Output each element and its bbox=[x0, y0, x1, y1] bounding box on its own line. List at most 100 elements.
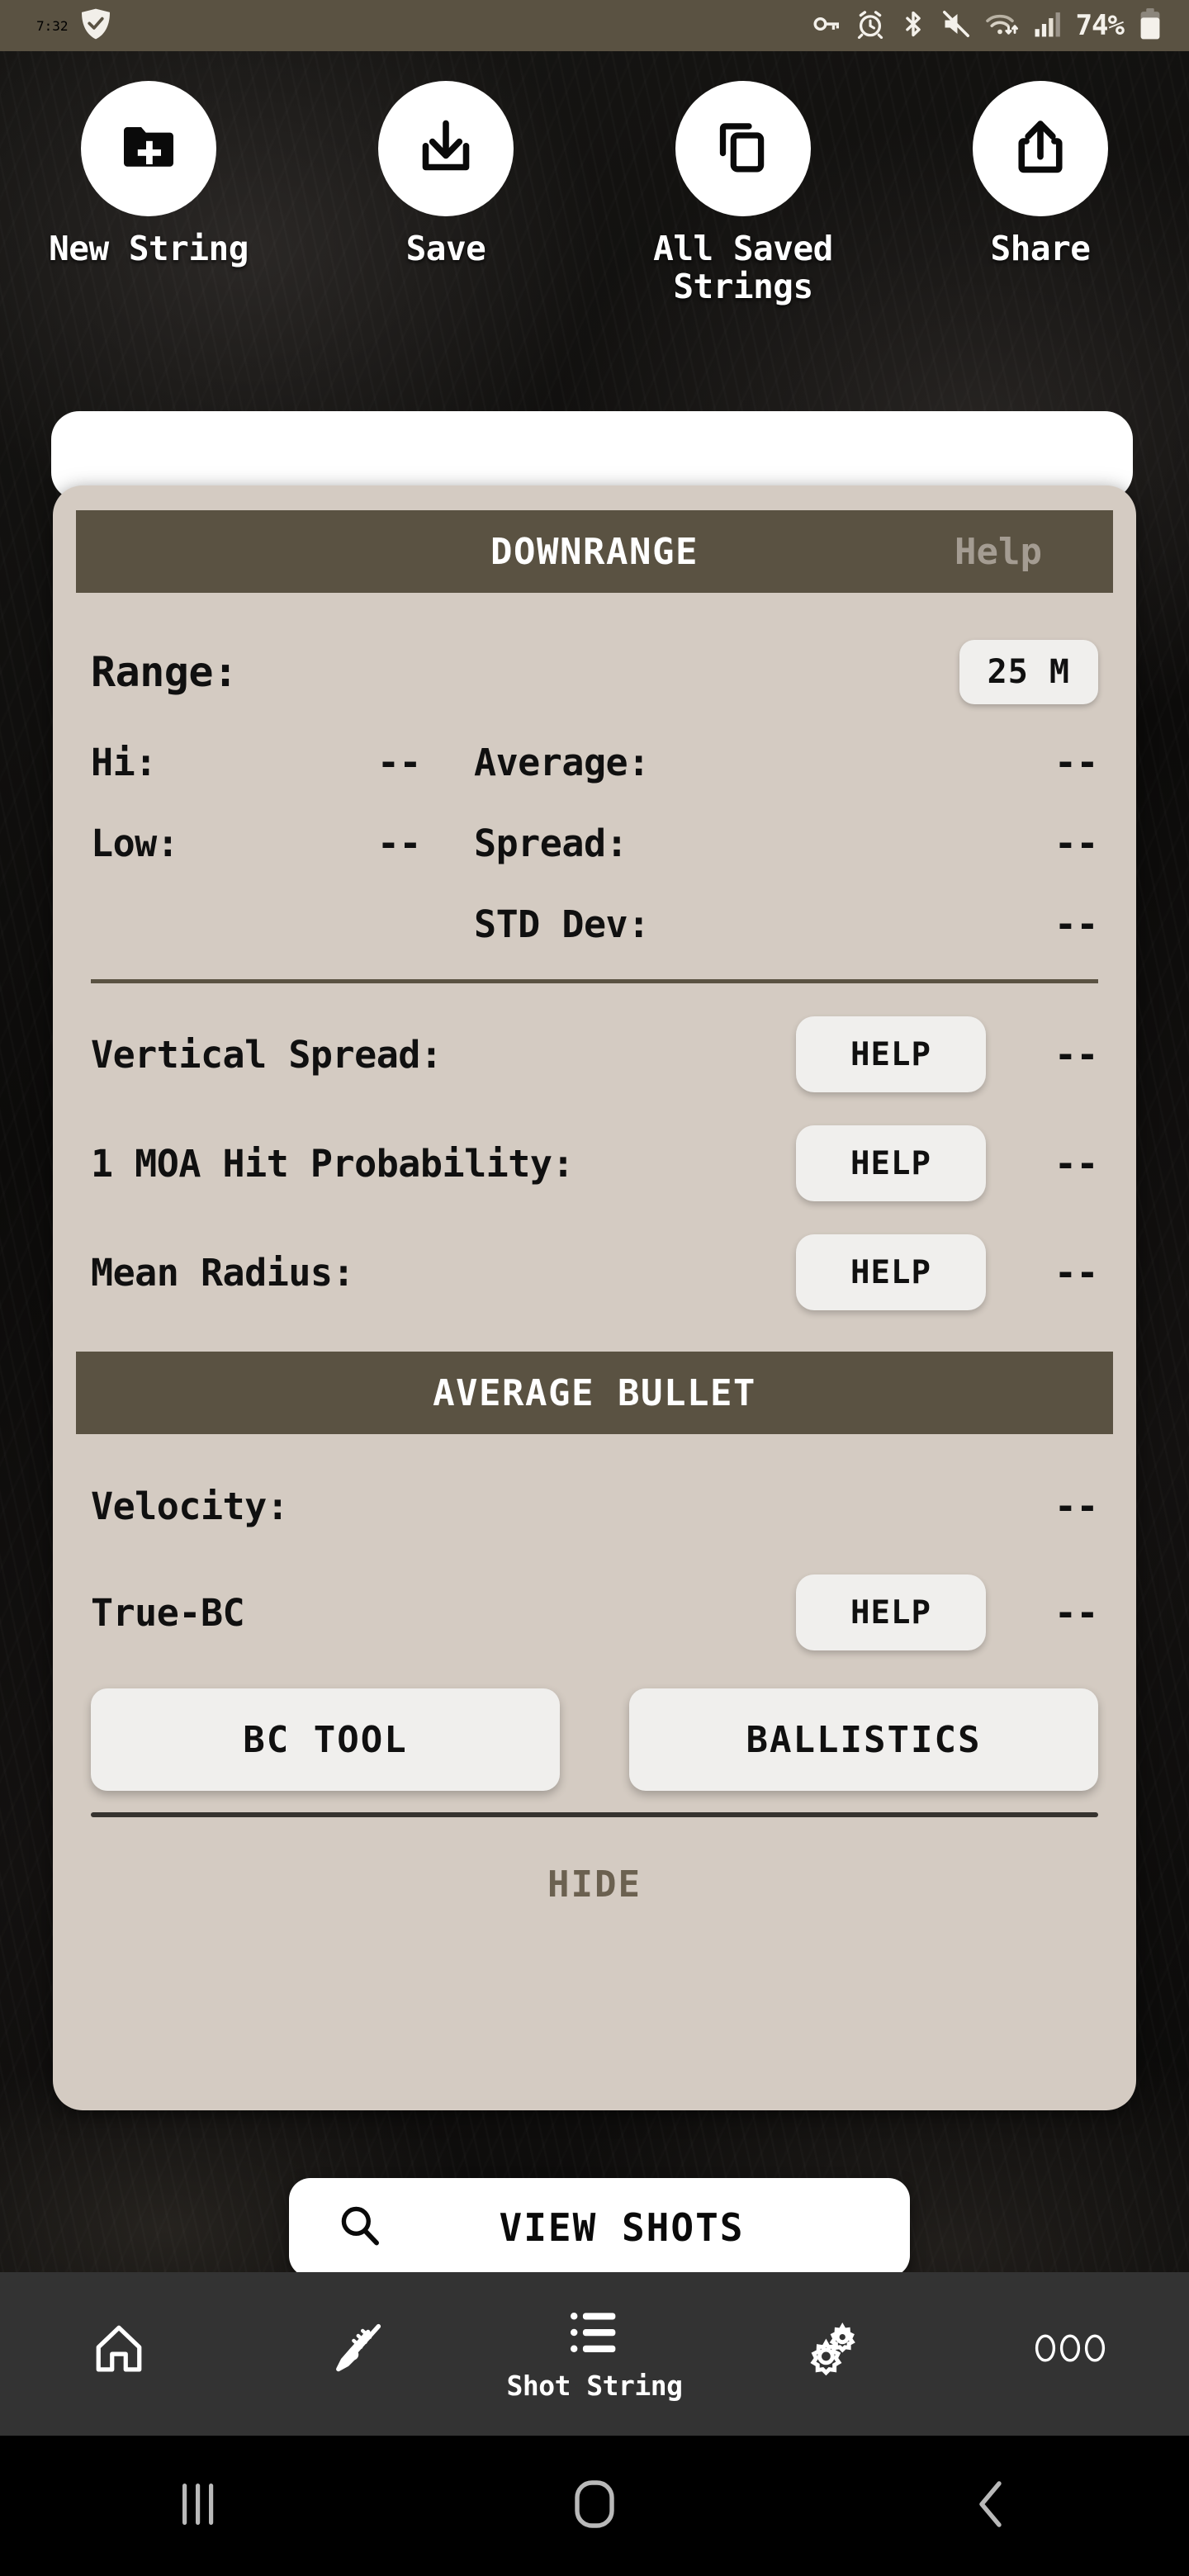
share-button[interactable] bbox=[973, 81, 1108, 216]
true-bc-help-button[interactable]: HELP bbox=[796, 1574, 986, 1650]
toolbar-item-new-string[interactable]: New String bbox=[0, 81, 297, 306]
mean-radius-row: Mean Radius: HELP -- bbox=[91, 1218, 1099, 1327]
toolbar-item-share[interactable]: Share bbox=[892, 81, 1189, 306]
stat-value-std-dev: -- bbox=[1054, 902, 1099, 946]
mute-icon bbox=[941, 9, 971, 42]
share-upload-icon bbox=[1011, 118, 1069, 179]
stat-value-average: -- bbox=[1054, 740, 1099, 784]
list-icon bbox=[566, 2307, 623, 2361]
stat-value-spread: -- bbox=[1054, 821, 1099, 865]
bluetooth-icon bbox=[899, 9, 927, 42]
toolbar-item-save[interactable]: Save bbox=[297, 81, 594, 306]
average-bullet-body: Velocity: -- True-BC HELP -- BC TOOL BAL… bbox=[76, 1454, 1113, 1906]
moa-hit-probability-value: -- bbox=[1054, 1141, 1099, 1186]
mean-radius-label: Mean Radius: bbox=[91, 1250, 355, 1295]
status-time: 7:32 bbox=[36, 17, 69, 34]
folder-plus-icon bbox=[119, 117, 178, 180]
system-recents-button[interactable] bbox=[0, 2480, 396, 2531]
alarm-icon bbox=[855, 9, 885, 42]
view-shots-button[interactable]: VIEW SHOTS bbox=[289, 2178, 910, 2277]
save-button[interactable] bbox=[378, 81, 514, 216]
range-value-chip[interactable]: 25 M bbox=[959, 640, 1098, 704]
true-bc-label: True-BC bbox=[91, 1590, 245, 1635]
all-saved-strings-button[interactable] bbox=[675, 81, 811, 216]
status-bar-left: 7:32 bbox=[36, 8, 110, 43]
mean-radius-help-button[interactable]: HELP bbox=[796, 1234, 986, 1310]
status-bar-right: 74% bbox=[812, 8, 1161, 43]
home-square-icon bbox=[571, 2479, 618, 2533]
tool-button-pair: BC TOOL BALLISTICS bbox=[91, 1688, 1098, 1791]
vertical-spread-label: Vertical Spread: bbox=[91, 1032, 443, 1077]
toolbar-label-save: Save bbox=[405, 229, 486, 268]
stat-label-hi: Hi: bbox=[91, 740, 157, 784]
average-bullet-section-header: AVERAGE BULLET bbox=[76, 1352, 1113, 1434]
nav-item-home[interactable] bbox=[0, 2272, 238, 2436]
view-shots-label: VIEW SHOTS bbox=[499, 2205, 745, 2250]
stat-value-low: -- bbox=[377, 821, 422, 865]
downrange-title: DOWNRANGE bbox=[490, 530, 699, 573]
nav-item-settings[interactable] bbox=[713, 2272, 951, 2436]
back-chevron-icon bbox=[970, 2479, 1011, 2533]
top-action-toolbar: New String Save All Saved Strings Share bbox=[0, 81, 1189, 306]
copy-icon bbox=[714, 118, 772, 179]
more-dots-icon bbox=[1032, 2330, 1108, 2370]
downrange-card: DOWNRANGE Help Range: 25 M Hi: -- Averag… bbox=[53, 485, 1136, 2110]
wifi-icon bbox=[985, 9, 1020, 42]
android-system-nav bbox=[0, 2436, 1189, 2576]
nav-item-more[interactable] bbox=[951, 2272, 1189, 2436]
toolbar-item-all-saved-strings[interactable]: All Saved Strings bbox=[594, 81, 892, 306]
velocity-row: Velocity: -- bbox=[91, 1454, 1099, 1558]
toolbar-label-new-string: New String bbox=[49, 229, 249, 268]
toolbar-label-share: Share bbox=[990, 229, 1091, 268]
vertical-spread-row: Vertical Spread: HELP -- bbox=[91, 1000, 1099, 1109]
system-home-button[interactable] bbox=[396, 2479, 793, 2533]
velocity-value: -- bbox=[1054, 1484, 1099, 1528]
vertical-spread-value: -- bbox=[1054, 1032, 1099, 1077]
gears-icon bbox=[803, 2319, 861, 2380]
moa-hit-probability-label: 1 MOA Hit Probability: bbox=[91, 1141, 575, 1186]
bc-tool-button[interactable]: BC TOOL bbox=[91, 1688, 560, 1791]
downrange-card-body: Range: 25 M Hi: -- Average: -- Low: -- S… bbox=[76, 623, 1113, 1327]
divider-after-stats bbox=[91, 979, 1098, 983]
nav-item-shot-string[interactable]: Shot String bbox=[476, 2272, 713, 2436]
nav-label-shot-string: Shot String bbox=[506, 2369, 683, 2402]
range-row: Range: 25 M bbox=[91, 623, 1098, 722]
vpn-key-icon bbox=[812, 9, 841, 42]
stat-value-empty bbox=[272, 883, 421, 964]
bottom-navigation-bar: Shot String bbox=[0, 2272, 1189, 2436]
downrange-help-link[interactable]: Help bbox=[955, 531, 1042, 573]
average-bullet-title: AVERAGE BULLET bbox=[433, 1371, 756, 1414]
recents-icon bbox=[176, 2480, 220, 2531]
stat-value-hi: -- bbox=[377, 740, 422, 784]
cellular-signal-icon bbox=[1034, 10, 1062, 41]
mean-radius-value: -- bbox=[1054, 1250, 1099, 1295]
stat-label-average: Average: bbox=[474, 740, 650, 784]
vertical-spread-help-button[interactable]: HELP bbox=[796, 1016, 986, 1092]
stat-label-std-dev: STD Dev: bbox=[474, 902, 650, 946]
search-icon bbox=[337, 2203, 383, 2252]
true-bc-row: True-BC HELP -- bbox=[91, 1558, 1099, 1667]
status-bar: 7:32 74% bbox=[0, 0, 1189, 51]
download-icon bbox=[417, 118, 475, 179]
stat-label-empty bbox=[91, 883, 272, 964]
battery-percent-label: 74% bbox=[1075, 9, 1125, 42]
shield-check-icon bbox=[81, 8, 110, 43]
range-label: Range: bbox=[91, 648, 238, 696]
divider-before-hide bbox=[91, 1812, 1098, 1817]
home-icon bbox=[92, 2321, 146, 2379]
system-back-button[interactable] bbox=[793, 2479, 1189, 2533]
nav-item-rifle[interactable] bbox=[238, 2272, 476, 2436]
moa-hit-probability-help-button[interactable]: HELP bbox=[796, 1125, 986, 1201]
velocity-label: Velocity: bbox=[91, 1484, 289, 1528]
new-string-button[interactable] bbox=[81, 81, 216, 216]
battery-icon bbox=[1139, 8, 1161, 43]
true-bc-value: -- bbox=[1054, 1590, 1099, 1635]
hide-button[interactable]: HIDE bbox=[91, 1863, 1098, 1906]
stat-label-low: Low: bbox=[91, 821, 179, 865]
moa-hit-probability-row: 1 MOA Hit Probability: HELP -- bbox=[91, 1109, 1099, 1218]
stats-grid: Hi: -- Average: -- Low: -- Spread: -- ST… bbox=[91, 722, 1099, 964]
rifle-icon bbox=[327, 2318, 386, 2381]
stat-label-spread: Spread: bbox=[474, 821, 628, 865]
downrange-section-header: DOWNRANGE Help bbox=[76, 510, 1113, 593]
ballistics-button[interactable]: BALLISTICS bbox=[629, 1688, 1098, 1791]
